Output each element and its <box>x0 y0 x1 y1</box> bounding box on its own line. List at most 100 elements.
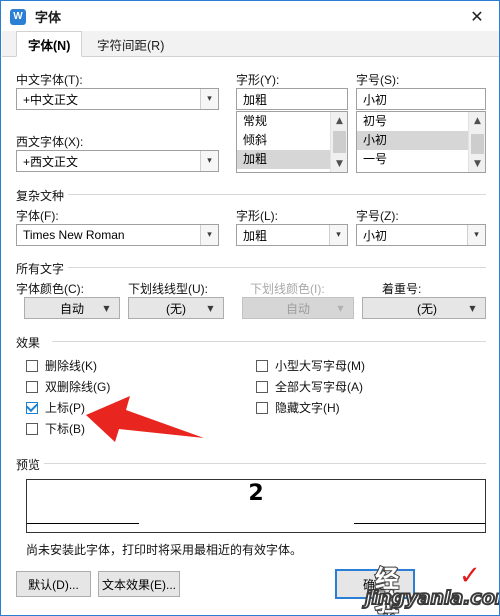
underline-color-label: 下划线颜色(I): <box>250 282 325 296</box>
check-icon <box>25 400 39 413</box>
complex-size-value: 小初 <box>363 228 388 243</box>
chevron-down-icon: ▼ <box>207 303 214 313</box>
dialog-footer: 默认(D)... 文本效果(E)... 确定 <box>2 557 499 614</box>
emphasis-mark-label: 着重号: <box>382 282 422 296</box>
checkbox-box <box>25 400 39 414</box>
ok-button[interactable]: 确定 <box>335 569 415 599</box>
chevron-down-icon: ▼ <box>337 303 344 313</box>
all-text-group-title: 所有文字 <box>16 260 69 277</box>
chevron-down-icon: ▾ <box>200 225 218 245</box>
size-value: 小初 <box>363 92 388 107</box>
checkbox-box <box>26 380 38 393</box>
complex-style-value: 加粗 <box>243 228 268 243</box>
effects-group-title: 效果 <box>16 334 45 351</box>
scroll-down-icon[interactable]: ▼ <box>331 155 347 172</box>
cn-font-value: +中文正文 <box>23 92 79 107</box>
list-item[interactable]: 倾斜 <box>237 131 330 150</box>
cn-font-label: 中文字体(T): <box>16 73 83 87</box>
close-icon[interactable]: ✕ <box>454 2 499 31</box>
list-item[interactable]: 一号 <box>357 150 468 169</box>
scrollbar-thumb[interactable] <box>471 134 484 154</box>
style-listbox[interactable]: 常规 倾斜 加粗 ▲ ▼ <box>236 111 348 173</box>
complex-font-label: 字体(F): <box>16 209 59 223</box>
checkbox-label: 全部大写字母(A) <box>275 380 363 394</box>
size-combo[interactable]: 小初 <box>356 88 486 110</box>
chevron-down-icon: ▾ <box>200 151 218 171</box>
font-color-value: 自动 <box>59 301 84 316</box>
underline-color-dropdown: 自动 ▼ <box>242 297 354 319</box>
list-item[interactable]: 初号 <box>357 112 468 131</box>
tab-font[interactable]: 字体(N) <box>16 31 83 57</box>
font-color-dropdown[interactable]: 自动 ▼ <box>24 297 120 319</box>
tab-strip: 字体(N) 字符间距(R) <box>2 31 499 57</box>
western-font-label: 西文字体(X): <box>16 135 84 149</box>
divider <box>52 341 486 342</box>
tab-character-spacing[interactable]: 字符间距(R) <box>86 31 175 57</box>
list-item[interactable]: 加粗 <box>237 150 330 169</box>
complex-style-combo[interactable]: 加粗 ▾ <box>236 224 348 246</box>
underline-style-value: (无) <box>166 301 186 316</box>
checkbox-subscript[interactable]: 下标(B) <box>26 420 85 437</box>
underline-color-value: 自动 <box>285 301 310 316</box>
text-effects-button[interactable]: 文本效果(E)... <box>98 571 180 597</box>
wps-writer-icon: W <box>10 8 26 25</box>
checkbox-label: 双删除线(G) <box>45 380 111 394</box>
font-color-label: 字体颜色(C): <box>16 282 84 296</box>
checkbox-superscript[interactable]: 上标(P) <box>25 399 85 416</box>
checkbox-small-caps[interactable]: 小型大写字母(M) <box>256 357 365 374</box>
complex-size-label: 字号(Z): <box>356 209 399 223</box>
complex-font-value: Times New Roman <box>23 228 125 242</box>
checkbox-label: 小型大写字母(M) <box>275 359 365 373</box>
style-listbox-scrollbar[interactable]: ▲ ▼ <box>330 112 347 172</box>
preview-baseline-right <box>354 523 485 524</box>
checkbox-all-caps[interactable]: 全部大写字母(A) <box>256 378 363 395</box>
scroll-down-icon[interactable]: ▼ <box>469 155 485 172</box>
underline-style-dropdown[interactable]: (无) ▼ <box>128 297 224 319</box>
underline-style-label: 下划线线型(U): <box>128 282 208 296</box>
cn-font-combo[interactable]: +中文正文 ▾ <box>16 88 219 110</box>
western-font-combo[interactable]: +西文正文 ▾ <box>16 150 219 172</box>
title-bar: W 字体 ✕ <box>2 2 499 31</box>
emphasis-mark-value: (无) <box>417 301 437 316</box>
scroll-up-icon[interactable]: ▲ <box>331 112 347 129</box>
chevron-down-icon: ▾ <box>467 225 485 245</box>
preview-note: 尚未安装此字体，打印时将采用最相近的有效字体。 <box>26 543 303 557</box>
list-item[interactable]: 小初 <box>357 131 468 150</box>
complex-style-label: 字形(L): <box>236 209 279 223</box>
chevron-down-icon: ▾ <box>200 89 218 109</box>
divider <box>40 463 486 464</box>
western-font-value: +西文正文 <box>23 154 79 169</box>
list-item[interactable]: 常规 <box>237 112 330 131</box>
app-icon-letter: W <box>13 10 23 22</box>
emphasis-mark-dropdown[interactable]: (无) ▼ <box>362 297 486 319</box>
dialog-title: 字体 <box>35 10 62 25</box>
checkbox-strikethrough[interactable]: 删除线(K) <box>26 357 97 374</box>
checkbox-label: 上标(P) <box>45 401 85 415</box>
font-preview-box: 2 <box>26 479 486 533</box>
scroll-up-icon[interactable]: ▲ <box>469 112 485 129</box>
default-button[interactable]: 默认(D)... <box>16 571 91 597</box>
checkbox-box <box>256 380 268 393</box>
size-listbox-scrollbar[interactable]: ▲ ▼ <box>468 112 485 172</box>
complex-font-combo[interactable]: Times New Roman ▾ <box>16 224 219 246</box>
size-label: 字号(S): <box>356 73 400 87</box>
font-dialog: W 字体 ✕ 字体(N) 字符间距(R) 中文字体(T): 字形(Y): 字号(… <box>0 0 500 616</box>
checkbox-box <box>26 422 38 435</box>
style-combo[interactable]: 加粗 <box>236 88 348 110</box>
preview-sample-text: 2 <box>248 481 264 506</box>
complex-size-combo[interactable]: 小初 ▾ <box>356 224 486 246</box>
checkbox-double-strikethrough[interactable]: 双删除线(G) <box>26 378 110 395</box>
annotation-arrow-icon <box>86 396 204 442</box>
checkbox-hidden-text[interactable]: 隐藏文字(H) <box>256 399 340 416</box>
checkbox-box <box>26 359 38 372</box>
divider <box>64 194 486 195</box>
checkbox-label: 下标(B) <box>45 422 85 436</box>
preview-baseline-left <box>27 523 139 524</box>
complex-group-title: 复杂文种 <box>16 187 69 204</box>
size-listbox[interactable]: 初号 小初 一号 ▲ ▼ <box>356 111 486 173</box>
chevron-down-icon: ▼ <box>469 303 476 313</box>
scrollbar-thumb[interactable] <box>333 131 346 153</box>
checkbox-box <box>256 401 268 414</box>
chevron-down-icon: ▾ <box>329 225 347 245</box>
preview-group-title: 预览 <box>16 456 45 473</box>
